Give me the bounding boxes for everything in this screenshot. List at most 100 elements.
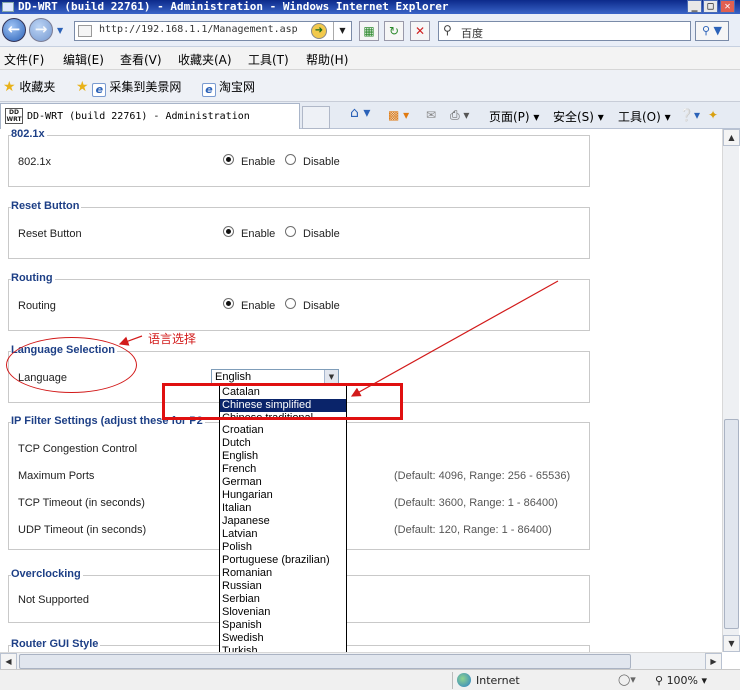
go-icon[interactable]: ➜ bbox=[311, 23, 327, 39]
language-option[interactable]: Romanian bbox=[220, 567, 346, 580]
page-icon bbox=[78, 25, 92, 37]
search-field[interactable]: ⚲ 百度 bbox=[438, 21, 691, 41]
compatibility-view-icon[interactable]: ▦ bbox=[359, 21, 379, 41]
field-label: Not Supported bbox=[18, 594, 89, 606]
favorites-label: 收藏夹 bbox=[19, 80, 56, 94]
scroll-down-icon[interactable]: ▼ bbox=[723, 635, 740, 652]
scroll-left-icon[interactable]: ◀ bbox=[0, 653, 17, 670]
8021x-enable-radio[interactable] bbox=[223, 154, 234, 165]
menu-file[interactable]: 文件(F) bbox=[4, 51, 44, 68]
8021x-disable-radio[interactable] bbox=[285, 154, 296, 165]
radio-label: Disable bbox=[303, 156, 340, 168]
address-field[interactable]: http://192.168.1.1/Management.asp ➜ ▼ bbox=[74, 21, 352, 41]
language-option[interactable]: Slovenian bbox=[220, 606, 346, 619]
maximize-button[interactable]: □ bbox=[703, 0, 718, 13]
radio-label: Disable bbox=[303, 300, 340, 312]
reset-enable-radio[interactable] bbox=[223, 226, 234, 237]
annotation-label: 语言选择 bbox=[148, 332, 197, 346]
scroll-right-icon[interactable]: ▶ bbox=[705, 653, 722, 670]
safety-menu-label: 安全(S) bbox=[553, 110, 594, 124]
language-option[interactable]: French bbox=[220, 463, 346, 476]
routing-disable-radio[interactable] bbox=[285, 298, 296, 309]
refresh-icon[interactable]: ↻ bbox=[384, 21, 404, 41]
print-icon[interactable]: ⎙ ▾ bbox=[450, 108, 469, 123]
language-option[interactable]: Japanese bbox=[220, 515, 346, 528]
menu-tools[interactable]: 工具(T) bbox=[248, 51, 289, 68]
language-option[interactable]: Italian bbox=[220, 502, 346, 515]
zoom-control[interactable]: ⚲ 100% ▾ bbox=[655, 672, 707, 689]
field-label: Routing bbox=[18, 300, 56, 312]
field-label: TCP Congestion Control bbox=[18, 443, 138, 455]
mail-icon[interactable]: ✉ bbox=[426, 108, 436, 122]
radio-label: Enable bbox=[241, 228, 276, 240]
window-title-bar: DD-WRT (build 22761) - Administration - … bbox=[0, 0, 740, 14]
chevron-down-icon[interactable]: ▼ bbox=[324, 370, 338, 384]
language-dropdown-list[interactable]: Catalan Chinese simplified Chinese tradi… bbox=[219, 385, 347, 659]
tools-menu[interactable]: 工具(O) ▾ bbox=[618, 108, 671, 125]
feeds-icon[interactable]: ▩ ▾ bbox=[388, 108, 409, 122]
field-label: UDP Timeout (in seconds) bbox=[18, 524, 147, 536]
address-dropdown-icon[interactable]: ▼ bbox=[333, 22, 351, 40]
forward-arrow-icon[interactable]: → bbox=[29, 18, 53, 42]
language-select-value: English bbox=[215, 371, 252, 383]
add-favorite-icon: ★ bbox=[76, 79, 89, 95]
language-option[interactable]: Hungarian bbox=[220, 489, 346, 502]
protected-mode-icon[interactable]: ◯▾ bbox=[618, 673, 636, 686]
horizontal-scrollbar[interactable]: ◀ ▶ bbox=[0, 652, 722, 670]
field-label: Maximum Ports bbox=[18, 470, 95, 482]
language-option[interactable]: English bbox=[220, 450, 346, 463]
menu-bar: 文件(F) 编辑(E) 查看(V) 收藏夹(A) 工具(T) 帮助(H) bbox=[0, 47, 740, 70]
language-options: Croatian Dutch English French German Hungaria… bbox=[220, 424, 346, 658]
tab-bar: DD WRT DD-WRT (build 22761) - Administrat… bbox=[0, 102, 740, 129]
home-icon[interactable]: ⌂ ▾ bbox=[350, 105, 370, 121]
minimize-button[interactable]: _ bbox=[687, 0, 702, 13]
routing-enable-radio[interactable] bbox=[223, 298, 234, 309]
page-menu-label: 页面(P) bbox=[489, 110, 530, 124]
new-tab-button[interactable] bbox=[302, 106, 330, 129]
vertical-scrollbar[interactable]: ▲ ▼ bbox=[722, 129, 740, 652]
tools-menu-label: 工具(O) bbox=[618, 110, 661, 124]
field-hint: (Default: 4096, Range: 256 - 65536) bbox=[394, 470, 571, 482]
favorite-link-taobao[interactable]: e 淘宝网 bbox=[202, 78, 255, 97]
radio-label: Enable bbox=[241, 300, 276, 312]
scroll-up-icon[interactable]: ▲ bbox=[723, 129, 740, 146]
zoom-level: 100% bbox=[666, 674, 699, 687]
language-option[interactable]: Croatian bbox=[220, 424, 346, 437]
safety-menu[interactable]: 安全(S) ▾ bbox=[553, 108, 604, 125]
menu-favorites[interactable]: 收藏夹(A) bbox=[178, 51, 232, 68]
star-icon: ★ bbox=[3, 79, 16, 95]
status-bar: Internet ◯▾ ⚲ 100% ▾ bbox=[0, 669, 740, 690]
close-window-button[interactable]: ✕ bbox=[720, 0, 735, 13]
language-option[interactable]: Dutch bbox=[220, 437, 346, 450]
security-zone[interactable]: Internet bbox=[452, 672, 612, 689]
reset-disable-radio[interactable] bbox=[285, 226, 296, 237]
horizontal-scroll-thumb[interactable] bbox=[19, 654, 631, 669]
language-option[interactable]: Russian bbox=[220, 580, 346, 593]
language-option[interactable]: Swedish bbox=[220, 632, 346, 645]
favorites-button[interactable]: ★ 收藏夹 bbox=[3, 78, 55, 95]
language-option[interactable]: Portuguese (brazilian) bbox=[220, 554, 346, 567]
help-icon[interactable]: ❔▾ bbox=[679, 108, 700, 122]
tab-active[interactable]: DD WRT DD-WRT (build 22761) - Administrat… bbox=[0, 103, 300, 129]
section-title: Router GUI Style bbox=[11, 638, 101, 650]
back-arrow-icon[interactable]: ← bbox=[2, 18, 26, 42]
favorites-bar: ★ 收藏夹 ★ e 采集到美景网 e 淘宝网 bbox=[0, 70, 740, 102]
language-option[interactable]: Latvian bbox=[220, 528, 346, 541]
section-title: 802.1x bbox=[11, 129, 47, 140]
stop-icon[interactable]: ✕ bbox=[410, 21, 430, 41]
menu-help[interactable]: 帮助(H) bbox=[306, 51, 348, 68]
language-option[interactable]: Spanish bbox=[220, 619, 346, 632]
language-option[interactable]: Polish bbox=[220, 541, 346, 554]
history-dropdown-icon[interactable]: ▼ bbox=[57, 26, 63, 35]
language-option[interactable]: Serbian bbox=[220, 593, 346, 606]
favorite-link-meijing[interactable]: ★ e 采集到美景网 bbox=[76, 78, 181, 97]
page-menu[interactable]: 页面(P) ▾ bbox=[489, 108, 539, 125]
research-icon[interactable]: ✦ bbox=[708, 108, 718, 122]
tab-title: DD-WRT (build 22761) - Administration bbox=[27, 111, 250, 122]
language-option[interactable]: German bbox=[220, 476, 346, 489]
vertical-scroll-thumb[interactable] bbox=[724, 419, 739, 629]
menu-edit[interactable]: 编辑(E) bbox=[63, 51, 104, 68]
menu-view[interactable]: 查看(V) bbox=[120, 51, 162, 68]
search-button[interactable]: ⚲ ▼ bbox=[695, 21, 729, 41]
favorite-link-label: 淘宝网 bbox=[219, 80, 256, 94]
